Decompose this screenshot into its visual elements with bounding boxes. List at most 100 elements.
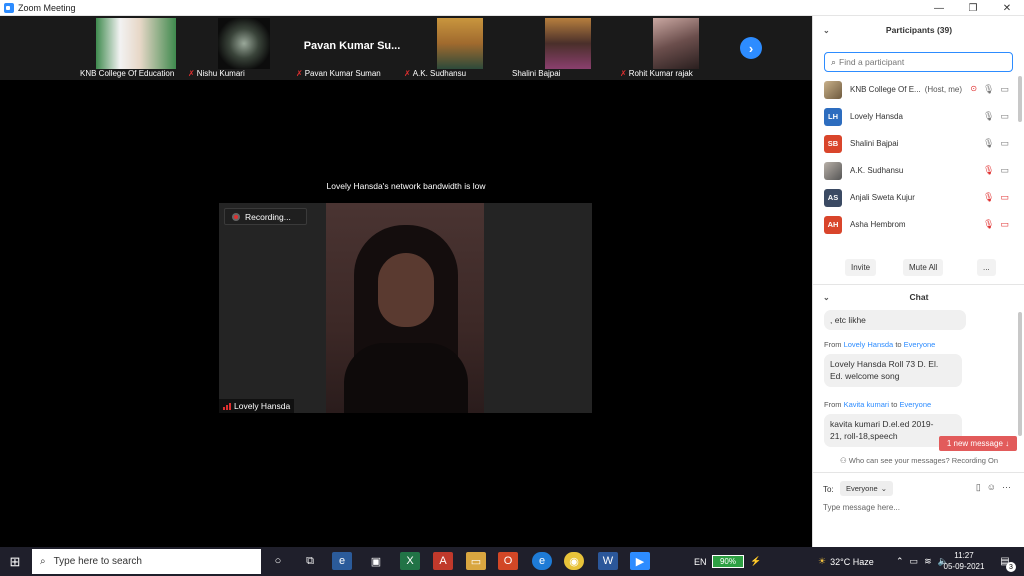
task-view-icon[interactable]: ⧉	[300, 552, 320, 570]
mic-muted-icon[interactable]: 🎙	[983, 165, 994, 176]
chrome-icon[interactable]: ◉	[564, 552, 584, 570]
avatar: LH	[824, 107, 842, 126]
window-title: Zoom Meeting	[18, 2, 76, 13]
participant-search[interactable]: ⌕	[824, 52, 1013, 72]
network-icon[interactable]: ≋	[924, 556, 932, 567]
search-icon: ⌕	[40, 556, 46, 567]
chat-sender-line: From Kavita kumari to Everyone	[824, 400, 931, 409]
video-off-icon[interactable]: ▭	[1000, 192, 1009, 203]
invite-button[interactable]: Invite	[845, 259, 877, 276]
battery-indicator[interactable]: 90%	[712, 555, 744, 568]
participants-header: ⌄ Participants (39)	[813, 18, 1024, 42]
next-page-button[interactable]: ›	[740, 37, 762, 59]
tile-name-label: Nishu Kumari	[196, 69, 245, 78]
weather-widget[interactable]: ☀ 32°C Haze	[818, 547, 874, 576]
mic-muted-icon[interactable]: 🎙	[983, 192, 994, 203]
browser-app-icon[interactable]: e	[332, 552, 352, 570]
avatar	[824, 161, 842, 180]
minimize-button[interactable]: —	[922, 0, 956, 16]
battery-icon[interactable]: ▭	[910, 556, 919, 567]
muted-mic-icon: ✗	[296, 69, 303, 78]
video-tile[interactable]: ✗ Nishu Kumari	[186, 16, 302, 80]
from-word: From	[824, 400, 842, 409]
mic-muted-icon[interactable]: 🎙	[983, 219, 994, 230]
chat-scrollbar[interactable]	[1018, 312, 1022, 436]
more-button[interactable]: ...	[977, 259, 996, 276]
chat-recipient[interactable]: Everyone	[899, 400, 931, 409]
chat-recipient[interactable]: Everyone	[904, 340, 936, 349]
chat-composer: To: Everyone ⌄ ▯ ☺ ⋯ Type message here..…	[813, 472, 1024, 547]
recipient-value: Everyone	[846, 484, 878, 493]
cortana-icon[interactable]: ○	[268, 552, 288, 570]
participant-row[interactable]: KNB College Of E... (Host, me) ⊙ 🎙 ▭	[813, 76, 1017, 103]
to-label: To:	[823, 485, 834, 494]
message-input[interactable]: Type message here...	[823, 503, 900, 512]
mic-icon[interactable]: 🎙	[983, 138, 994, 149]
maximize-button[interactable]: ❐	[956, 0, 990, 16]
participants-scrollbar[interactable]	[1018, 76, 1022, 122]
file-explorer-icon[interactable]: ▭	[466, 552, 486, 570]
chevron-up-icon[interactable]: ⌃	[896, 556, 904, 567]
pdf-app-icon[interactable]: A	[433, 552, 453, 570]
clock[interactable]: 11:27 05-09-2021	[940, 550, 988, 572]
from-word: From	[824, 340, 842, 349]
file-icon[interactable]: ▯	[976, 482, 981, 493]
store-icon[interactable]: ▣	[366, 552, 386, 570]
participant-row[interactable]: SB Shalini Bajpai 🎙 ▭	[813, 130, 1017, 157]
notifications-icon[interactable]: ▤ 3	[996, 553, 1016, 572]
chat-line: kavita kumari D.el.ed 2019-	[830, 419, 934, 429]
emoji-icon[interactable]: ☺	[987, 482, 996, 493]
taskbar-search[interactable]: ⌕ Type here to search	[32, 549, 261, 574]
participant-row[interactable]: A.K. Sudhansu 🎙 ▭	[813, 157, 1017, 184]
video-icon[interactable]: ▭	[1000, 138, 1009, 149]
excel-icon[interactable]: X	[400, 552, 420, 570]
speaker-name: Lovely Hansda	[234, 401, 291, 411]
tile-name-label: Shalini Bajpai	[512, 69, 561, 78]
participant-search-input[interactable]	[839, 57, 1000, 67]
video-icon[interactable]: ▭	[1000, 84, 1009, 95]
chat-sender[interactable]: Lovely Hansda	[844, 340, 894, 349]
participant-name: Shalini Bajpai	[850, 139, 899, 148]
video-tile[interactable]: ✗ A.K. Sudhansu	[402, 16, 518, 80]
tile-big-name: Pavan Kumar Su...	[303, 40, 401, 52]
video-tile[interactable]: KNB College Of Education	[78, 16, 194, 80]
who-can-see-link[interactable]: ⚇ Who can see your messages? Recording O…	[813, 456, 1024, 465]
participant-row[interactable]: LH Lovely Hansda 🎙 ▭	[813, 103, 1017, 130]
video-icon[interactable]: ▭	[1000, 165, 1009, 176]
active-speaker-video[interactable]: Recording... Lovely Hansda	[219, 203, 592, 413]
video-tile[interactable]: Pavan Kumar Su... ✗ Pavan Kumar Suman	[294, 16, 410, 80]
close-button[interactable]: ✕	[990, 0, 1024, 16]
weather-sun-icon: ☀	[818, 556, 827, 566]
muted-mic-icon: ✗	[188, 69, 195, 78]
windows-start-icon[interactable]: ⊞	[0, 547, 30, 576]
video-off-icon[interactable]: ▭	[1000, 219, 1009, 230]
participant-row[interactable]: AS Anjali Sweta Kujur 🎙 ▭	[813, 184, 1017, 211]
mic-icon[interactable]: 🎙	[983, 84, 994, 95]
edge-icon[interactable]: e	[532, 552, 552, 570]
to-word: to	[891, 400, 898, 409]
video-tile[interactable]: Shalini Bajpai	[510, 16, 626, 80]
people-icon: ⚇	[839, 456, 847, 465]
recipient-select[interactable]: Everyone ⌄	[840, 481, 893, 496]
chat-sender[interactable]: Kavita kumari	[844, 400, 889, 409]
tile-name: Shalini Bajpai	[512, 69, 560, 78]
charging-icon: ⚡	[750, 556, 762, 566]
office-icon[interactable]: O	[498, 552, 518, 570]
word-icon[interactable]: W	[598, 552, 618, 570]
language-indicator[interactable]: EN	[694, 547, 707, 576]
video-icon[interactable]: ▭	[1000, 111, 1009, 122]
video-tile[interactable]: ✗ Rohit Kumar rajak	[618, 16, 734, 80]
mic-icon[interactable]: 🎙	[983, 111, 994, 122]
collapse-chevron-icon[interactable]: ⌄	[823, 26, 830, 35]
mute-all-button[interactable]: Mute All	[903, 259, 944, 276]
zoom-taskbar-icon[interactable]: ▶	[630, 552, 650, 570]
tile-name: KNB College Of Education	[80, 69, 174, 78]
collapse-chevron-icon[interactable]: ⌄	[823, 293, 830, 302]
to-word: to	[895, 340, 902, 349]
recording-indicator[interactable]: Recording...	[224, 208, 307, 225]
more-icon[interactable]: ⋯	[1002, 482, 1011, 493]
new-message-button[interactable]: 1 new message ↓	[939, 436, 1017, 451]
participant-row[interactable]: AH Asha Hembrom 🎙 ▭	[813, 211, 1017, 238]
tile-name-label: A.K. Sudhansu	[412, 69, 467, 78]
weak-signal-icon	[223, 402, 231, 410]
